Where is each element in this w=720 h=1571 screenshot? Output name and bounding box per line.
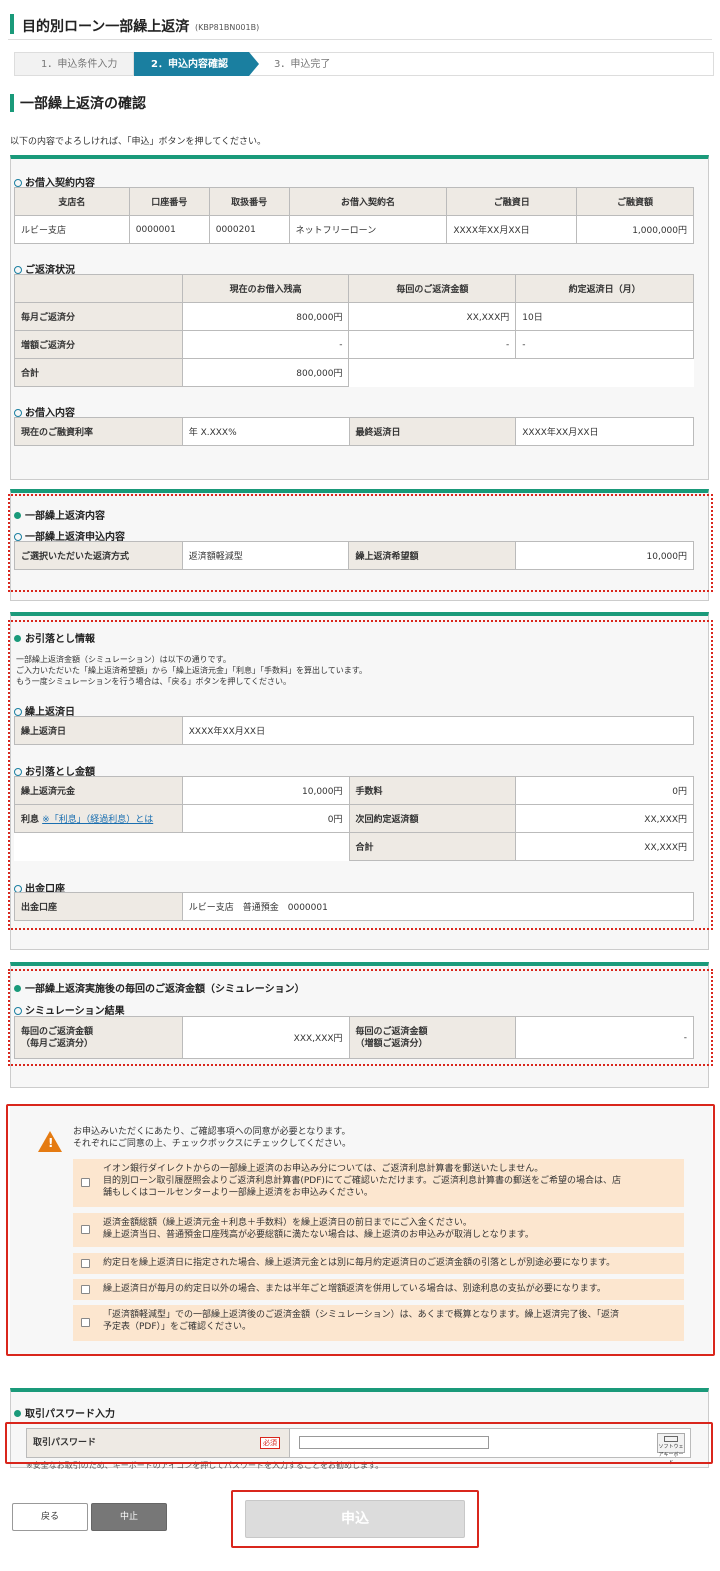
loan-contract-table: 支店名 口座番号 取扱番号 お借入契約名 ご融資日 ご融資額 ルビー支店 000… (14, 187, 694, 244)
page-header: 目的別ローン一部繰上返済 (KBP81BN001B) (8, 8, 712, 40)
step-complete: 3．申込完了 (249, 52, 714, 76)
circle-bullet-icon (14, 179, 22, 187)
loan-details-table: 現在のご融資利率 年 X.XXX% 最終返済日 XXXX年XX月XX日 (14, 417, 694, 446)
progress-steps: 1．申込条件入力 3．申込完了 2．申込内容確認 (14, 52, 714, 76)
intro-text: 以下の内容でよろしければ、「申込」ボタンを押してください。 (10, 137, 266, 147)
header-accent-bar (10, 14, 14, 34)
section-title: 一部繰上返済の確認 (10, 93, 146, 113)
password-heading: 取引パスワード入力 (14, 1405, 115, 1420)
table-row: 毎月ご返済分 800,000円 XX,XXX円 10日 (14, 302, 694, 331)
back-button[interactable]: 戻る (12, 1503, 88, 1531)
highlight-prepay (8, 494, 713, 592)
highlight-debit (8, 620, 713, 930)
page-title: 目的別ローン一部繰上返済 (22, 19, 190, 35)
dot-bullet-icon (14, 1410, 21, 1417)
highlight-simulation (8, 969, 713, 1066)
cancel-button[interactable]: 中止 (91, 1503, 167, 1531)
highlight-consent (6, 1104, 715, 1356)
highlight-apply (231, 1490, 479, 1548)
step-confirm-active: 2．申込内容確認 (134, 52, 259, 76)
repayment-status-table: 現在のお借入残高 毎回のご返済金額 約定返済日（月） 毎月ご返済分 800,00… (14, 274, 694, 387)
table-row: 合計 800,000円 (14, 358, 694, 387)
table-row: ルビー支店 0000001 0000201 ネットフリーローン XXXX年XX月… (14, 215, 694, 244)
circle-bullet-icon (14, 409, 22, 417)
circle-bullet-icon (14, 266, 22, 274)
highlight-password (5, 1422, 713, 1464)
step-input: 1．申込条件入力 (14, 52, 134, 76)
table-row: 増額ご返済分 - - - (14, 330, 694, 359)
screen-code: (KBP81BN001B) (195, 23, 260, 32)
